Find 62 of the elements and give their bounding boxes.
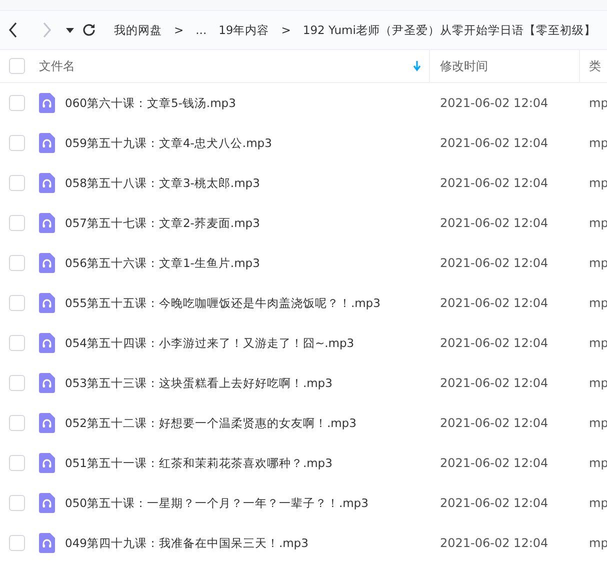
row-checkbox[interactable]: [9, 415, 25, 431]
audio-file-icon: [39, 173, 55, 193]
file-name[interactable]: 055第五十五课：今晚吃咖喱饭还是牛肉盖浇饭呢？！.mp3: [65, 296, 380, 310]
column-header[interactable]: 文件名: [39, 58, 75, 74]
row-checkbox[interactable]: [9, 215, 25, 231]
file-name[interactable]: 059第五十九课：文章4-忠犬八公.mp3: [65, 136, 272, 150]
breadcrumb-link[interactable]: 192 Yumi老师（尹圣爱）从零开始学日语【零至初级】: [302, 22, 596, 38]
file-name[interactable]: 050第五十课：一星期？一个月？一年？一辈子？！.mp3: [65, 496, 368, 510]
audio-file-icon: [39, 493, 55, 513]
modified-time: 2021-06-02 12:04: [440, 496, 548, 510]
row-checkbox[interactable]: [9, 135, 25, 151]
audio-file-icon: [39, 253, 55, 273]
file-name[interactable]: 056第五十六课：文章1-生鱼片.mp3: [65, 256, 260, 270]
modified-time: 2021-06-02 12:04: [440, 536, 548, 550]
row-checkbox[interactable]: [9, 335, 25, 351]
file-name[interactable]: 053第五十三课：这块蛋糕看上去好好吃啊！.mp3: [65, 376, 332, 390]
column-header[interactable]: 修改时间: [440, 58, 488, 74]
caret-icon[interactable]: [66, 28, 74, 32]
audio-file-icon: [39, 533, 55, 553]
select-all-checkbox[interactable]: [9, 58, 25, 74]
row-checkbox[interactable]: [9, 535, 25, 551]
file-name[interactable]: 051第五十一课：红茶和茉莉花茶喜欢哪种？.mp3: [65, 456, 332, 470]
modified-time: 2021-06-02 12:04: [440, 176, 548, 190]
audio-file-icon: [39, 413, 55, 433]
audio-file-icon: [39, 293, 55, 313]
modified-time: 2021-06-02 12:04: [440, 456, 548, 470]
refresh-button[interactable]: [82, 23, 96, 37]
breadcrumb-link[interactable]: 我的网盘: [114, 22, 162, 38]
row-checkbox[interactable]: [9, 375, 25, 391]
column-header[interactable]: 类: [589, 58, 601, 74]
modified-time: 2021-06-02 12:04: [440, 336, 548, 350]
file-name[interactable]: 054第五十四课：小李游过来了！又游走了！囧~.mp3: [65, 336, 354, 350]
breadcrumb-separator: >: [281, 23, 291, 37]
file-name[interactable]: 060第六十课：文章5-钱汤.mp3: [65, 96, 236, 110]
file-name[interactable]: 049第四十九课：我准备在中国呆三天！.mp3: [65, 536, 308, 550]
modified-time: 2021-06-02 12:04: [440, 296, 548, 310]
file-name[interactable]: 052第五十二课：好想要一个温柔贤惠的女友啊！.mp3: [65, 416, 356, 430]
modified-time: 2021-06-02 12:04: [440, 376, 548, 390]
row-checkbox[interactable]: [9, 95, 25, 111]
breadcrumb-link[interactable]: 19年内容: [218, 22, 270, 38]
modified-time: 2021-06-02 12:04: [440, 416, 548, 430]
back-button[interactable]: [8, 22, 18, 38]
modified-time: 2021-06-02 12:04: [440, 136, 548, 150]
row-checkbox[interactable]: [9, 295, 25, 311]
sort-arrow-icon[interactable]: [413, 60, 421, 72]
breadcrumb-link[interactable]: ...: [196, 23, 207, 37]
audio-file-icon: [39, 93, 55, 113]
modified-time: 2021-06-02 12:04: [440, 96, 548, 110]
audio-file-icon: [39, 133, 55, 153]
audio-file-icon: [39, 453, 55, 473]
audio-file-icon: [39, 213, 55, 233]
modified-time: 2021-06-02 12:04: [440, 256, 548, 270]
row-checkbox[interactable]: [9, 495, 25, 511]
audio-file-icon: [39, 333, 55, 353]
modified-time: 2021-06-02 12:04: [440, 216, 548, 230]
breadcrumb-separator: >: [174, 23, 184, 37]
audio-file-icon: [39, 373, 55, 393]
row-checkbox[interactable]: [9, 455, 25, 471]
file-name[interactable]: 058第五十八课：文章3-桃太郎.mp3: [65, 176, 260, 190]
row-checkbox[interactable]: [9, 175, 25, 191]
file-name[interactable]: 057第五十七课：文章2-荞麦面.mp3: [65, 216, 260, 230]
row-checkbox[interactable]: [9, 255, 25, 271]
